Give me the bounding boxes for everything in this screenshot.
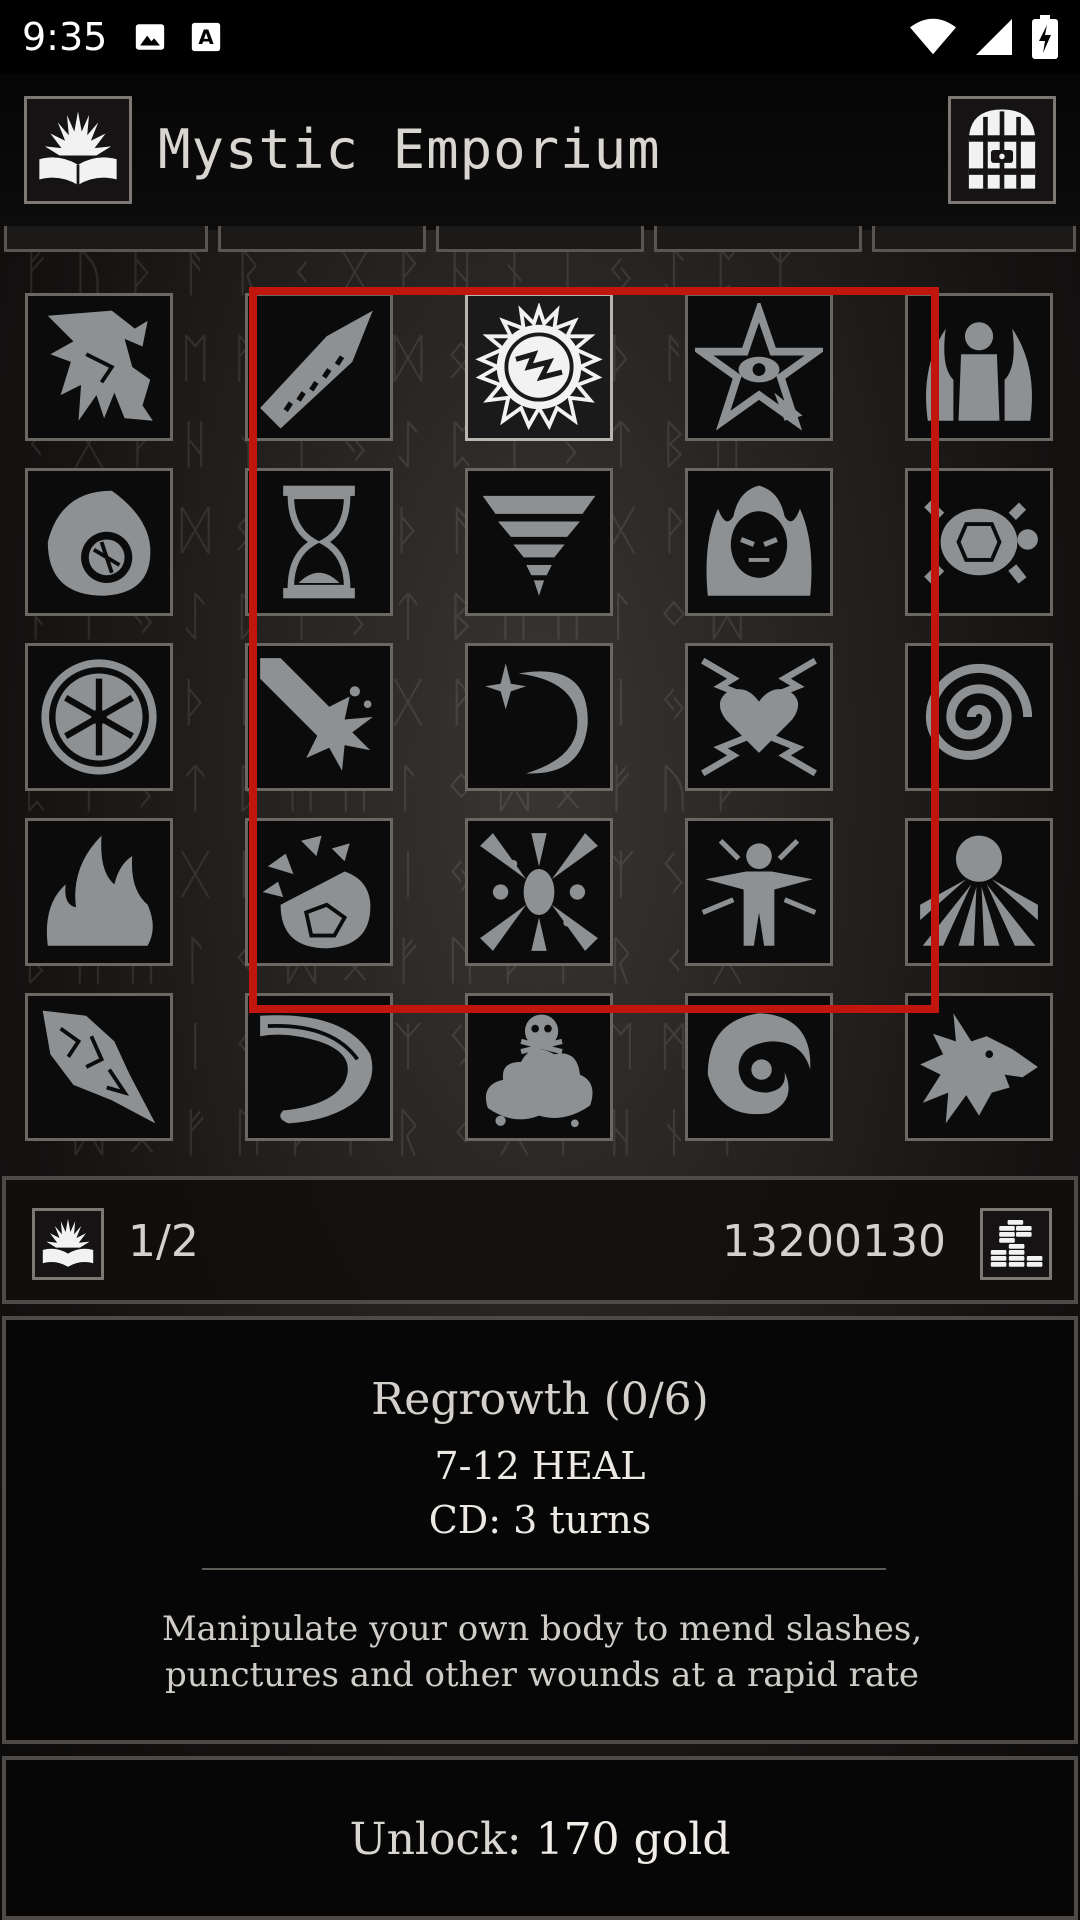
skill-cell[interactable] [25, 293, 173, 441]
spellbook-icon [39, 111, 117, 185]
svg-text:A: A [199, 26, 215, 49]
category-tab[interactable] [218, 226, 426, 252]
skill-cell[interactable] [25, 643, 173, 791]
category-tab[interactable] [436, 226, 644, 252]
wind-gust-icon [260, 1015, 373, 1124]
skill-title: Regrowth (0/6) [371, 1374, 709, 1425]
unlock-label: Unlock: [349, 1814, 522, 1865]
currency-bar: 1/2 13200130 [2, 1176, 1078, 1304]
skill-description: Manipulate your own body to mend slashes… [66, 1606, 1018, 1698]
image-icon [136, 24, 165, 50]
font-download-icon: A [192, 22, 221, 52]
page-title: Mystic Emporium [158, 118, 661, 181]
unlock-button[interactable]: Unlock: 170 gold [2, 1756, 1078, 1920]
skill-cell[interactable] [905, 993, 1053, 1141]
category-tab[interactable] [654, 226, 862, 252]
skill-description-line: Manipulate your own body to mend slashes… [161, 1609, 923, 1649]
signal-icon [976, 19, 1012, 55]
skill-effect: 7-12 HEAL [434, 1444, 646, 1488]
skill-cell[interactable] [465, 993, 613, 1141]
category-tab[interactable] [872, 226, 1076, 252]
spellbook-button[interactable] [24, 96, 132, 204]
flames-icon [46, 835, 153, 946]
skill-cell[interactable] [25, 468, 173, 616]
fireball-icon [47, 490, 151, 596]
skill-cell[interactable] [245, 993, 393, 1141]
snowflake-shield-icon [41, 659, 157, 775]
wifi-icon [910, 18, 956, 55]
lightning-bolt-icon [47, 310, 153, 421]
door-exit-icon [968, 109, 1036, 189]
poison-skull-cloud-icon [485, 1014, 593, 1128]
skill-cell[interactable] [25, 818, 173, 966]
unlock-label-row: Unlock: 170 gold [6, 1814, 1074, 1865]
unlock-price: 170 gold [535, 1814, 731, 1865]
skill-cell[interactable] [25, 993, 173, 1141]
battery-charging-icon [1032, 15, 1058, 59]
divider [202, 1568, 886, 1570]
category-tabs-strip [0, 226, 1080, 256]
ice-shards-icon [42, 1010, 156, 1124]
exit-door-button[interactable] [948, 96, 1056, 204]
skill-cell[interactable] [685, 993, 833, 1141]
skill-description-line: punctures and other wounds at a rapid ra… [165, 1655, 919, 1695]
selection-highlight-frame [249, 287, 939, 1013]
skill-points-badge [32, 1208, 104, 1280]
spellbook-icon [42, 1218, 94, 1267]
gold-amount: 13200130 [722, 1216, 946, 1267]
skill-cooldown: CD: 3 turns [428, 1498, 652, 1542]
gold-coins-icon [990, 1220, 1043, 1267]
wolf-head-icon [920, 1013, 1038, 1124]
status-time: 9:35 [22, 15, 108, 59]
status-bar: 9:35 A [0, 0, 1080, 74]
vortex-icon [707, 1013, 811, 1115]
skill-points-value: 1/2 [128, 1216, 199, 1267]
skill-detail-panel: Regrowth (0/6) 7-12 HEAL CD: 3 turns Man… [2, 1316, 1078, 1744]
app-header: Mystic Emporium [0, 74, 1080, 230]
category-tab[interactable] [4, 226, 208, 252]
gold-badge [980, 1208, 1052, 1280]
